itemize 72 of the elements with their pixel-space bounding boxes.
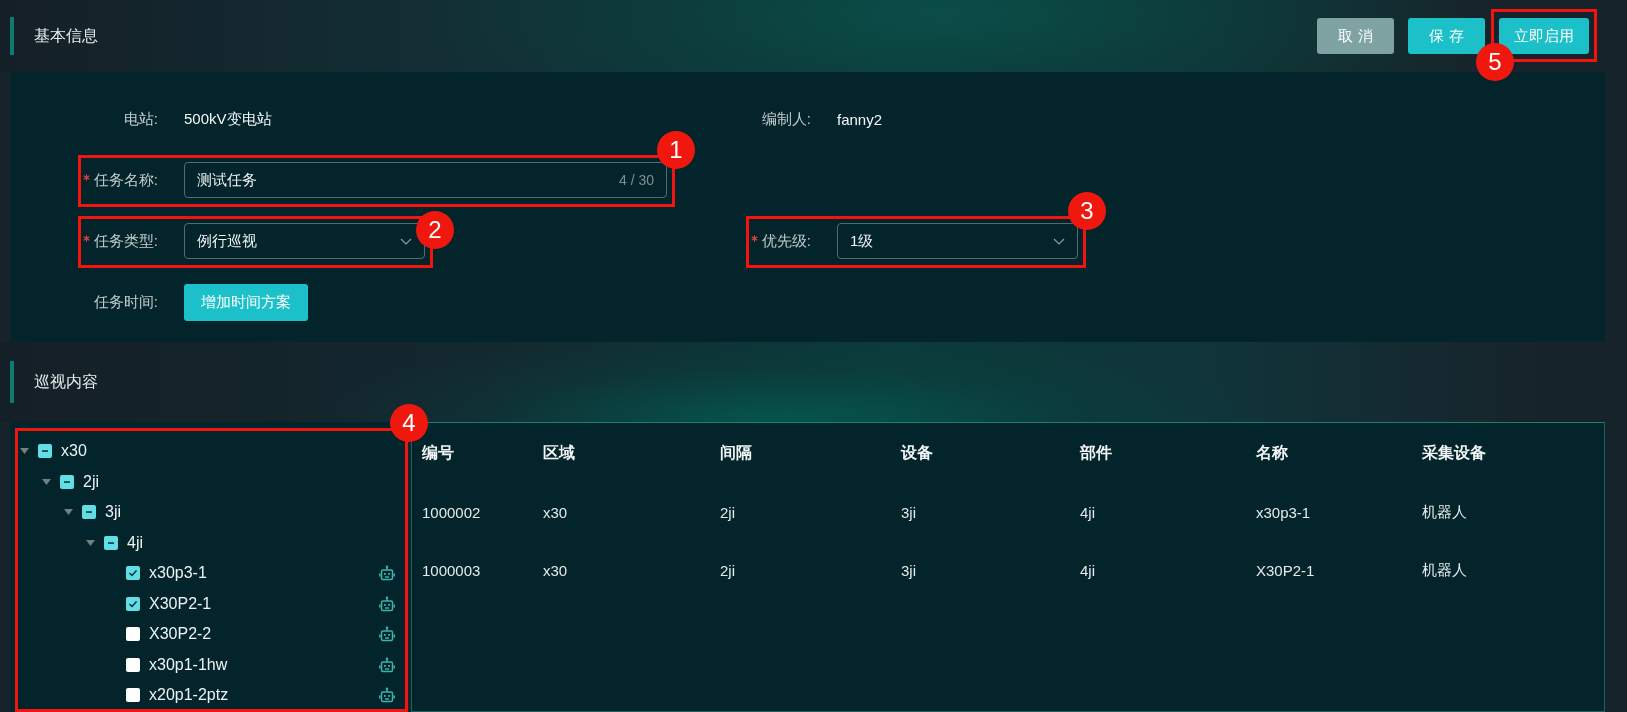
table-cell: 1000002 xyxy=(422,503,481,521)
checkbox[interactable] xyxy=(126,627,140,642)
column-header: 区域 xyxy=(543,442,575,463)
section-title: 基本信息 xyxy=(34,25,98,46)
tree-node-label[interactable]: 2ji xyxy=(83,472,99,491)
tree-node-label[interactable]: x30p3-1 xyxy=(149,564,207,583)
robot-icon xyxy=(379,626,395,643)
table-cell: X30P2-1 xyxy=(1256,561,1315,579)
field-label: 电站: xyxy=(123,109,158,129)
robot-icon xyxy=(379,687,395,704)
dropdown-select[interactable]: 例行巡视 xyxy=(184,223,425,259)
table-cell: x30 xyxy=(543,503,568,521)
checkbox[interactable] xyxy=(60,474,74,489)
accent-bar xyxy=(10,361,14,403)
table-cell: 3ji xyxy=(901,503,916,521)
table-cell: 4ji xyxy=(1080,503,1095,521)
table-cell: 4ji xyxy=(1080,561,1095,579)
char-counter: 4 / 30 xyxy=(618,172,654,188)
checkbox[interactable] xyxy=(126,657,140,672)
checkbox[interactable] xyxy=(126,596,140,611)
chevron-down-icon xyxy=(1053,237,1065,245)
table-cell: 2ji xyxy=(720,561,735,579)
table-cell: 1000003 xyxy=(422,561,481,579)
checkbox[interactable] xyxy=(126,688,140,703)
section-title: 巡视内容 xyxy=(34,371,98,392)
tree-node-label[interactable]: x20p1-2ptz xyxy=(149,686,229,705)
tree-node-label[interactable]: x30 xyxy=(61,442,87,461)
checkbox[interactable] xyxy=(104,535,118,550)
column-header: 采集设备 xyxy=(1422,442,1486,463)
table-cell: 机器人 xyxy=(1422,502,1467,522)
robot-icon xyxy=(379,656,395,673)
column-header: 编号 xyxy=(422,442,454,463)
required-asterisk-icon xyxy=(82,234,90,242)
table-cell: 机器人 xyxy=(1422,560,1467,580)
checkbox[interactable] xyxy=(126,566,140,581)
field-value: 500kV变电站 xyxy=(184,109,272,129)
table-cell: x30 xyxy=(543,561,568,579)
table-cell: 3ji xyxy=(901,561,916,579)
field-label: 任务时间: xyxy=(93,292,158,312)
table-cell: 2ji xyxy=(720,503,735,521)
callout-number: 1 xyxy=(657,131,695,169)
caret-down-icon[interactable] xyxy=(41,478,51,485)
table-cell: x30p3-1 xyxy=(1256,503,1311,521)
callout-number: 3 xyxy=(1068,192,1106,230)
accent-bar xyxy=(10,17,14,55)
required-asterisk-icon xyxy=(82,173,90,181)
column-header: 名称 xyxy=(1256,442,1288,463)
checkbox[interactable] xyxy=(82,505,96,520)
dropdown-select[interactable]: 1级 xyxy=(837,223,1078,259)
tree-node-label[interactable]: X30P2-2 xyxy=(149,625,212,644)
chevron-down-icon xyxy=(400,237,412,245)
checkbox[interactable] xyxy=(38,444,52,459)
field-label: 优先级: xyxy=(761,231,811,251)
tree-node-label[interactable]: 4ji xyxy=(127,533,143,552)
required-asterisk-icon xyxy=(750,234,758,242)
field-label: 任务名称: xyxy=(93,170,158,190)
field-label: 编制人: xyxy=(761,109,811,129)
field-value: fanny2 xyxy=(837,110,883,128)
text-input[interactable]: 测试任务 4 / 30 xyxy=(184,162,667,198)
column-header: 间隔 xyxy=(720,442,752,463)
caret-down-icon[interactable] xyxy=(85,539,95,546)
caret-down-icon[interactable] xyxy=(63,509,73,516)
robot-icon xyxy=(379,565,395,582)
column-header: 部件 xyxy=(1080,442,1112,463)
robot-icon xyxy=(379,595,395,612)
tree-node-label[interactable]: X30P2-1 xyxy=(149,594,212,613)
column-header: 设备 xyxy=(901,442,933,463)
tree-node-label[interactable]: 3ji xyxy=(105,503,121,522)
caret-down-icon[interactable] xyxy=(19,448,29,455)
field-label: 任务类型: xyxy=(93,231,158,251)
tree-node-label[interactable]: x30p1-1hw xyxy=(149,655,228,674)
callout-number: 2 xyxy=(416,211,454,249)
